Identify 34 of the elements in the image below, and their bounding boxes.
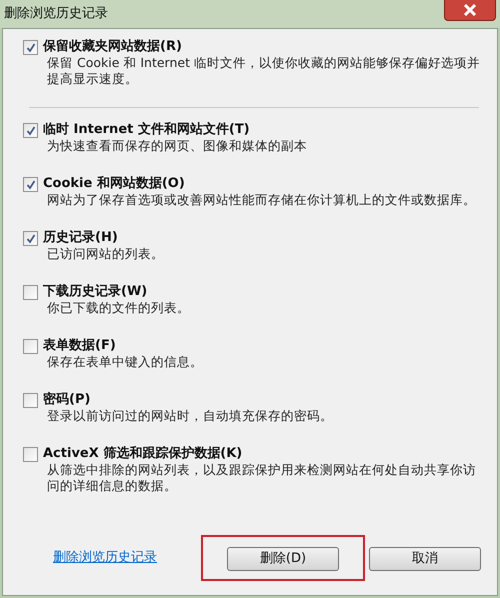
check-icon	[26, 180, 36, 190]
checkbox[interactable]	[23, 339, 38, 354]
check-icon	[26, 42, 36, 52]
option-description: 保留 Cookie 和 Internet 临时文件，以使你收藏的网站能够保存偏好选项并提高显示速度。	[46, 55, 481, 87]
dialog-button[interactable]: 取消	[369, 547, 481, 571]
checkbox[interactable]	[23, 285, 38, 300]
option-description: 网站为了保存首选项或改善网站性能而存储在你计算机上的文件或数据库。	[46, 192, 476, 208]
checkbox[interactable]	[23, 40, 38, 55]
checkbox[interactable]	[23, 231, 38, 246]
dialog-button[interactable]: 删除(D)	[227, 547, 339, 571]
help-link[interactable]: 删除浏览历史记录	[53, 548, 157, 568]
option-description: 已访问网站的列表。	[46, 246, 164, 262]
option-description: 为快速查看而保存的网页、图像和媒体的副本	[46, 138, 307, 154]
checkbox[interactable]	[23, 123, 38, 138]
check-icon	[26, 234, 36, 244]
check-icon	[26, 126, 36, 136]
checkbox[interactable]	[23, 447, 38, 462]
option-label: ActiveX 筛选和跟踪保护数据(K)	[43, 446, 244, 462]
option-description: 你已下载的文件的列表。	[46, 300, 190, 316]
option-description: 登录以前访问过的网站时，自动填充保存的密码。	[46, 408, 333, 424]
option-description: 保存在表单中键入的信息。	[46, 354, 203, 370]
option-label: 保留收藏夹网站数据(R)	[43, 39, 183, 55]
checkbox[interactable]	[23, 393, 38, 408]
option-label: 临时 Internet 文件和网站文件(T)	[43, 122, 251, 138]
window-title: 删除浏览历史记录	[4, 5, 108, 24]
option-label: 表单数据(F)	[43, 338, 117, 354]
option-label: 历史记录(H)	[43, 230, 119, 246]
option-description: 从筛选中排除的网站列表，以及跟踪保护用来检测网站在何处自动共享你访问的详细信息的数据。	[46, 462, 477, 494]
option-label: 密码(P)	[43, 392, 92, 408]
option-label: 下载历史记录(W)	[43, 284, 148, 300]
close-icon	[463, 4, 477, 16]
checkbox[interactable]	[23, 177, 38, 192]
option-label: Cookie 和网站数据(O)	[43, 176, 186, 192]
close-button[interactable]	[444, 0, 496, 21]
